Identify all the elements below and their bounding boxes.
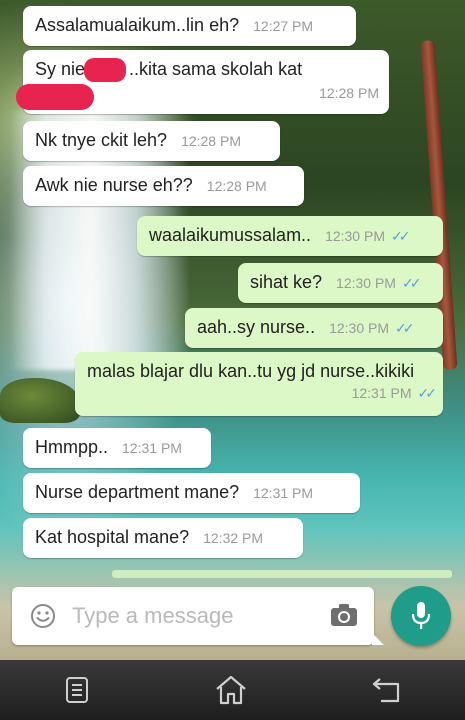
menu-icon — [66, 677, 88, 703]
message-time: 12:28 PM — [206, 178, 267, 194]
message-outgoing[interactable]: sihat ke? 12:30 PM ✓✓ — [238, 263, 443, 303]
message-incoming[interactable]: Hmmpp.. 12:31 PM — [23, 428, 211, 468]
message-time: 12:28 PM — [181, 133, 241, 149]
message-time: 12:27 PM — [253, 18, 314, 34]
back-icon — [372, 678, 400, 703]
message-incoming[interactable]: Nurse department mane? 12:31 PM — [23, 473, 360, 513]
message-outgoing[interactable]: aah..sy nurse.. 12:30 PM ✓✓ — [185, 308, 443, 348]
read-ticks-icon: ✓✓ — [417, 385, 438, 401]
message-incoming[interactable]: Awk nie nurse eh?? 12:28 PM — [23, 166, 304, 206]
message-time: 12:31 PM — [351, 385, 412, 401]
message-text: sihat ke? — [250, 272, 323, 292]
message-time-row: 12:31 PM ✓✓ — [87, 382, 438, 404]
partially-hidden-message — [112, 570, 452, 578]
read-ticks-icon: ✓✓ — [401, 275, 422, 291]
message-text: malas blajar dlu kan..tu yg jd nurse..ki… — [87, 361, 415, 381]
message-incoming[interactable]: Assalamualaikum..lin eh? 12:27 PM — [23, 6, 356, 46]
message-text-after: ..kita sama skolah kat — [129, 59, 303, 79]
mic-button[interactable] — [391, 586, 451, 646]
message-text-before: Sy nie — [35, 59, 86, 79]
mic-icon — [411, 602, 431, 629]
message-text: aah..sy nurse.. — [197, 317, 316, 337]
read-ticks-icon: ✓✓ — [391, 228, 411, 244]
menu-button[interactable] — [57, 672, 97, 708]
back-button[interactable] — [367, 672, 407, 708]
message-text: Nk tnye ckit leh? — [35, 130, 168, 150]
message-text: Kat hospital mane? — [35, 527, 190, 547]
message-text: Awk nie nurse eh?? — [35, 175, 193, 195]
emoji-icon[interactable] — [30, 603, 56, 629]
message-time: 12:30 PM — [329, 320, 390, 336]
message-time: 12:30 PM — [336, 275, 396, 291]
system-navbar — [0, 660, 465, 720]
message-composer — [12, 587, 384, 645]
message-time: 12:31 PM — [122, 440, 182, 456]
message-outgoing[interactable]: waalaikumussalam.. 12:30 PM ✓✓ — [137, 216, 443, 256]
redaction-mark — [84, 58, 126, 82]
message-time: 12:30 PM — [325, 228, 385, 244]
message-input[interactable] — [72, 601, 322, 631]
message-time: 12:32 PM — [203, 530, 264, 546]
message-incoming[interactable]: Kat hospital mane? 12:32 PM — [23, 518, 303, 558]
home-icon — [216, 675, 246, 705]
message-text: Assalamualaikum..lin eh? — [35, 15, 240, 35]
message-time: 12:31 PM — [253, 485, 314, 501]
message-outgoing[interactable]: malas blajar dlu kan..tu yg jd nurse..ki… — [75, 352, 443, 416]
redaction-mark — [16, 84, 94, 110]
read-ticks-icon: ✓✓ — [395, 320, 415, 336]
message-text: Nurse department mane? — [35, 482, 240, 502]
home-button[interactable] — [211, 672, 251, 708]
camera-icon[interactable] — [330, 603, 358, 627]
message-text: Hmmpp.. — [35, 437, 109, 457]
message-incoming[interactable]: Nk tnye ckit leh? 12:28 PM — [23, 121, 280, 161]
message-text: waalaikumussalam.. — [149, 225, 312, 245]
